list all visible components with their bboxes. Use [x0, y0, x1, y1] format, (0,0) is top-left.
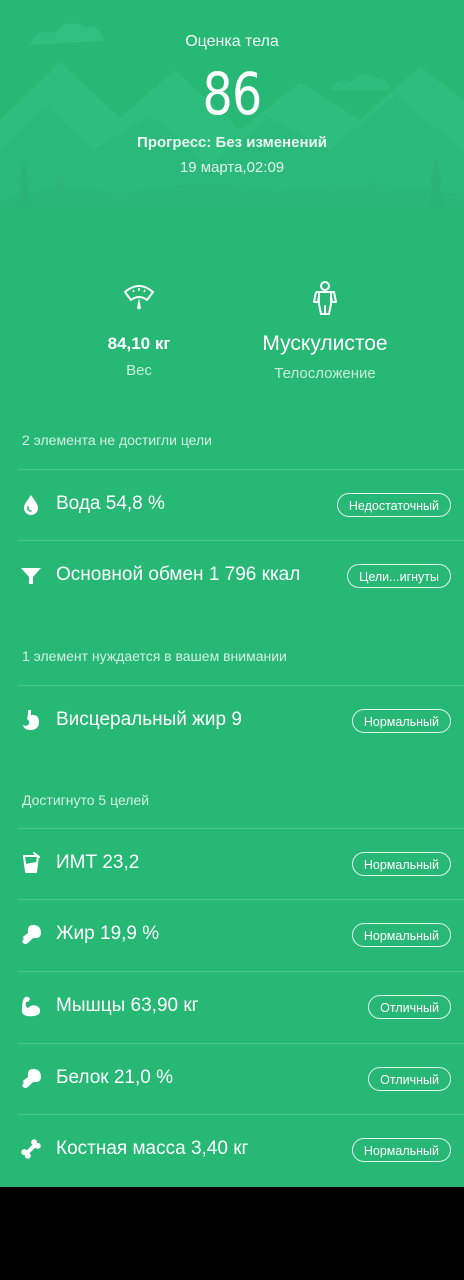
body-score-screen: Оценка тела 86 Прогресс: Без изменений 1… [0, 0, 464, 1187]
score-title: Оценка тела [185, 33, 279, 50]
divider [18, 1114, 464, 1115]
divider [18, 685, 464, 686]
divider [18, 469, 464, 470]
list-item-bone-mass[interactable]: Костная масса 3,40 кг Нормальный [0, 1114, 464, 1185]
item-label: Вода 54,8 % [56, 493, 165, 514]
body-type-stat[interactable]: Мускулистое Телосложение [209, 278, 441, 382]
item-label: ИМТ 23,2 [56, 852, 140, 873]
body-figure-icon [313, 281, 337, 315]
list-item-bmi[interactable]: ИМТ 23,2 Нормальный [0, 828, 464, 899]
status-badge: Недостаточный [336, 493, 451, 517]
section-title-needs-attention: 1 элемент нуждается в вашем внимании [22, 648, 287, 664]
divider [18, 971, 464, 972]
list-item-water[interactable]: Вода 54,8 % Недостаточный [0, 469, 464, 540]
status-badge: Нормальный [351, 923, 451, 947]
status-badge: Нормальный [351, 1138, 451, 1162]
section-title-not-reached: 2 элемента не достигли цели [22, 432, 212, 448]
body-score-value: 86 [202, 60, 263, 128]
black-bottom-area [0, 1187, 464, 1280]
item-label: Жир 19,9 % [56, 923, 160, 944]
status-badge: Отличный [368, 1067, 451, 1091]
water-drop-icon [24, 495, 38, 515]
progress-text: Прогресс: Без изменений [137, 134, 327, 151]
body-type-value: Мускулистое [262, 332, 388, 355]
status-badge: Отличный [368, 995, 451, 1019]
item-label: Костная масса 3,40 кг [56, 1138, 249, 1159]
item-label: Мышцы 63,90 кг [56, 995, 199, 1016]
divider [18, 1043, 464, 1044]
list-item-visceral-fat[interactable]: Висцеральный жир 9 Нормальный [0, 685, 464, 756]
divider [18, 540, 464, 541]
funnel-icon [21, 568, 41, 584]
status-badge: Цели...игнуты [347, 564, 451, 588]
scale-icon [124, 285, 154, 310]
stomach-icon [23, 710, 39, 730]
drumstick-icon [22, 925, 41, 944]
section-title-goals-reached: Достигнуто 5 целей [22, 792, 150, 808]
status-badge: Нормальный [351, 709, 451, 733]
list-item-fat[interactable]: Жир 19,9 % Нормальный [0, 899, 464, 970]
item-label: Белок 21,0 % [56, 1067, 174, 1088]
divider [18, 828, 464, 829]
beaker-icon [23, 852, 40, 873]
status-badge: Нормальный [351, 852, 451, 876]
body-type-label: Телосложение [274, 365, 376, 382]
list-item-muscle[interactable]: Мышцы 63,90 кг Отличный [0, 971, 464, 1042]
bicep-icon [21, 996, 41, 1017]
item-label: Висцеральный жир 9 [56, 709, 242, 730]
measurement-timestamp: 19 марта,02:09 [179, 159, 285, 176]
score-header: Оценка тела 86 Прогресс: Без изменений 1… [0, 0, 464, 215]
divider [18, 899, 464, 900]
bone-icon [21, 1139, 41, 1159]
drumstick-icon [22, 1069, 41, 1088]
item-label: Основной обмен 1 796 ккал [56, 564, 301, 585]
list-item-protein[interactable]: Белок 21,0 % Отличный [0, 1043, 464, 1114]
list-item-bmr[interactable]: Основной обмен 1 796 ккал Цели...игнуты [0, 540, 464, 611]
